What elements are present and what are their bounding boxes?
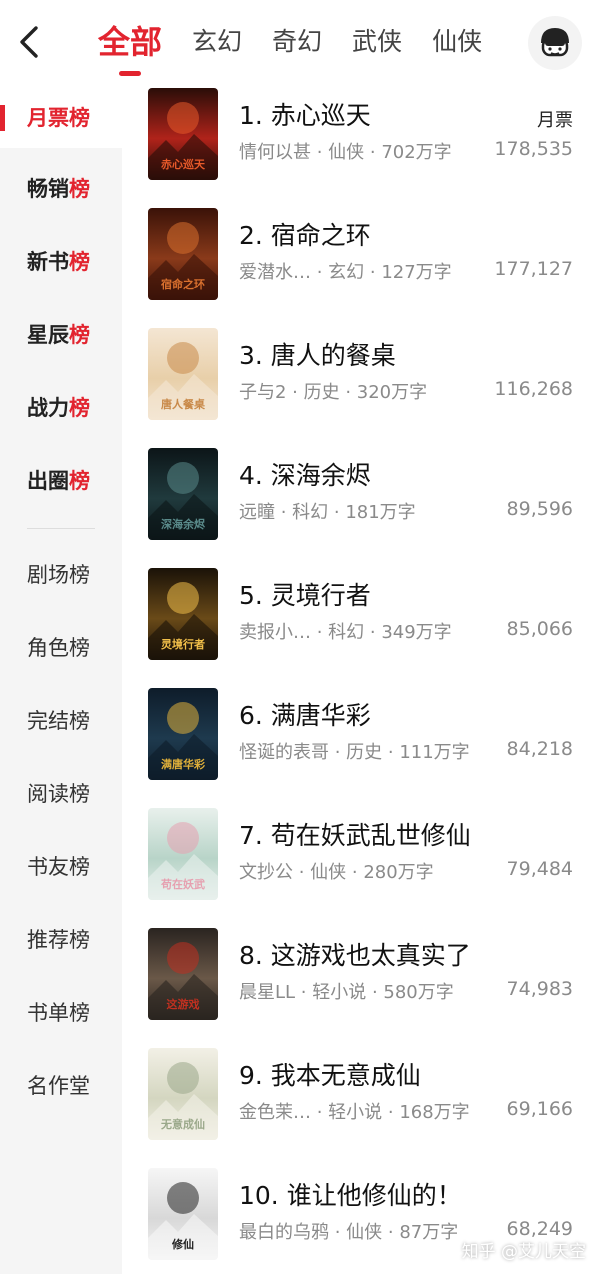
book-cover[interactable]: 唐人餐桌: [148, 328, 218, 420]
mascot-avatar-icon: [541, 28, 569, 57]
sidebar-item-recommend[interactable]: 推荐榜: [0, 910, 122, 970]
book-cover[interactable]: 赤心巡天: [148, 88, 218, 180]
book-meta: 爱潜水… · 玄幻 · 127万字: [239, 262, 452, 283]
cover-title-art: 唐人餐桌: [161, 397, 206, 411]
sidebar-item-new-book[interactable]: 新书榜: [0, 232, 122, 292]
list-item[interactable]: 无意成仙 9. 我本无意成仙 金色茉… · 轻小说 · 168万字 69,166: [122, 1048, 600, 1168]
cover-art: 苟在妖武: [148, 808, 218, 900]
ranking-sidebar: 月票榜 畅销榜 新书榜 星辰榜 战力榜 出圈榜 剧场榜 角色榜 完结榜 阅读榜 …: [0, 88, 122, 1274]
book-title[interactable]: 6. 满唐华彩: [239, 696, 371, 732]
cover-title-art: 无意成仙: [160, 1117, 205, 1131]
book-meta: 子与2 · 历史 · 320万字: [239, 382, 428, 403]
sidebar-item-classics[interactable]: 名作堂: [0, 1056, 122, 1116]
cover-art: 宿命之环: [148, 208, 218, 300]
list-item[interactable]: 满唐华彩 6. 满唐华彩 怪诞的表哥 · 历史 · 111万字 84,218: [122, 688, 600, 808]
sidebar-item-bestseller[interactable]: 畅销榜: [0, 159, 122, 219]
book-cover[interactable]: 宿命之环: [148, 208, 218, 300]
chevron-left-icon: [20, 26, 38, 58]
sidebar-item-book-friend[interactable]: 书友榜: [0, 837, 122, 897]
book-meta: 卖报小… · 科幻 · 349万字: [239, 622, 452, 643]
cover-title-art: 灵境行者: [161, 637, 205, 651]
sidebar-item-reading[interactable]: 阅读榜: [0, 764, 122, 824]
book-title[interactable]: 4. 深海余烬: [239, 456, 371, 492]
book-title[interactable]: 8. 这游戏也太真实了: [239, 936, 471, 972]
book-cover[interactable]: 无意成仙: [148, 1048, 218, 1140]
cover-title-art: 满唐华彩: [161, 757, 205, 771]
ticket-count: 79,484: [506, 858, 573, 880]
ticket-count: 116,268: [494, 378, 573, 400]
book-meta: 文抄公 · 仙侠 · 280万字: [239, 862, 434, 883]
book-cover[interactable]: 满唐华彩: [148, 688, 218, 780]
sidebar-item-completed[interactable]: 完结榜: [0, 691, 122, 751]
book-title[interactable]: 9. 我本无意成仙: [239, 1056, 421, 1092]
book-cover[interactable]: 灵境行者: [148, 568, 218, 660]
list-item[interactable]: 赤心巡天 1. 赤心巡天 情何以甚 · 仙侠 · 702万字 178,535: [122, 88, 600, 208]
ticket-count: 85,066: [506, 618, 573, 640]
tab-wuxia[interactable]: 武侠: [352, 20, 402, 64]
book-title[interactable]: 2. 宿命之环: [239, 216, 371, 252]
sidebar-item-theater[interactable]: 剧场榜: [0, 545, 122, 605]
sidebar-divider: [27, 528, 95, 529]
list-item[interactable]: 这游戏 8. 这游戏也太真实了 晨星LL · 轻小说 · 580万字 74,98…: [122, 928, 600, 1048]
cover-art: 满唐华彩: [148, 688, 218, 780]
ticket-count: 74,983: [506, 978, 573, 1000]
list-item[interactable]: 唐人餐桌 3. 唐人的餐桌 子与2 · 历史 · 320万字 116,268: [122, 328, 600, 448]
cover-title-art: 宿命之环: [161, 277, 205, 291]
book-meta: 远瞳 · 科幻 · 181万字: [239, 502, 416, 523]
top-bar: 全部 玄幻 奇幻 武侠 仙侠: [0, 0, 600, 88]
sidebar-item-booklist[interactable]: 书单榜: [0, 983, 122, 1043]
list-item[interactable]: 宿命之环 2. 宿命之环 爱潜水… · 玄幻 · 127万字 177,127: [122, 208, 600, 328]
ticket-count: 177,127: [494, 258, 573, 280]
cover-art: 唐人餐桌: [148, 328, 218, 420]
tab-all[interactable]: 全部: [98, 20, 162, 76]
book-meta: 情何以甚 · 仙侠 · 702万字: [239, 142, 452, 163]
ticket-count: 69,166: [506, 1098, 573, 1120]
book-cover[interactable]: 这游戏: [148, 928, 218, 1020]
tab-xuanhuan[interactable]: 玄幻: [192, 20, 242, 64]
cover-art: 赤心巡天: [148, 88, 218, 180]
cover-art: 这游戏: [148, 928, 218, 1020]
cover-art: 无意成仙: [148, 1048, 218, 1140]
book-meta: 怪诞的表哥 · 历史 · 111万字: [239, 742, 470, 763]
list-item[interactable]: 灵境行者 5. 灵境行者 卖报小… · 科幻 · 349万字 85,066: [122, 568, 600, 688]
cover-title-art: 赤心巡天: [161, 157, 206, 171]
cover-title-art: 修仙: [171, 1237, 194, 1251]
sidebar-item-monthly-ticket[interactable]: 月票榜: [0, 88, 122, 148]
ticket-count: 89,596: [506, 498, 573, 520]
cover-art: 修仙: [148, 1168, 218, 1260]
list-item[interactable]: 深海余烬 4. 深海余烬 远瞳 · 科幻 · 181万字 89,596: [122, 448, 600, 568]
cover-title-art: 苟在妖武: [160, 877, 205, 891]
sidebar-item-character[interactable]: 角色榜: [0, 618, 122, 678]
avatar[interactable]: [528, 16, 582, 70]
tab-qihuan[interactable]: 奇幻: [272, 20, 322, 64]
book-meta: 金色茉… · 轻小说 · 168万字: [239, 1102, 470, 1123]
cover-art: 深海余烬: [148, 448, 218, 540]
watermark: 知乎 @艾儿天空: [461, 1242, 586, 1262]
book-title[interactable]: 5. 灵境行者: [239, 576, 371, 612]
sidebar-item-breakout[interactable]: 出圈榜: [0, 451, 122, 511]
list-item[interactable]: 苟在妖武 7. 苟在妖武乱世修仙 文抄公 · 仙侠 · 280万字 79,484: [122, 808, 600, 928]
cover-title-art: 深海余烬: [161, 517, 206, 531]
back-button[interactable]: [14, 24, 44, 60]
category-tabs: 全部 玄幻 奇幻 武侠 仙侠: [98, 20, 512, 76]
sidebar-item-power[interactable]: 战力榜: [0, 378, 122, 438]
ticket-count: 84,218: [506, 738, 573, 760]
book-title[interactable]: 7. 苟在妖武乱世修仙: [239, 816, 471, 852]
book-cover[interactable]: 修仙: [148, 1168, 218, 1260]
book-meta: 最白的乌鸦 · 仙侠 · 87万字: [239, 1222, 459, 1243]
ticket-count: 178,535: [494, 138, 573, 160]
cover-title-art: 这游戏: [167, 997, 200, 1011]
sidebar-item-star[interactable]: 星辰榜: [0, 305, 122, 365]
tab-xianxia[interactable]: 仙侠: [432, 20, 482, 64]
book-cover[interactable]: 苟在妖武: [148, 808, 218, 900]
book-title[interactable]: 10. 谁让他修仙的！: [239, 1176, 462, 1212]
cover-art: 灵境行者: [148, 568, 218, 660]
book-cover[interactable]: 深海余烬: [148, 448, 218, 540]
book-title[interactable]: 3. 唐人的餐桌: [239, 336, 396, 372]
book-title[interactable]: 1. 赤心巡天: [239, 96, 371, 132]
book-meta: 晨星LL · 轻小说 · 580万字: [239, 982, 454, 1003]
